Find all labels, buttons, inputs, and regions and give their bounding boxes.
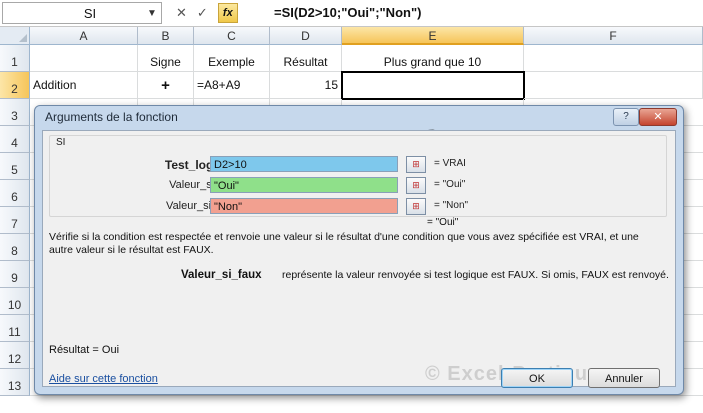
row-header-6[interactable]: 6 bbox=[0, 180, 30, 207]
cell-f1[interactable] bbox=[524, 45, 703, 72]
cell-b1[interactable]: Signe bbox=[138, 45, 194, 72]
argument-row-valeur-si-faux: Valeur_si_faux "Non" ⊞ = "Non" bbox=[50, 198, 666, 216]
column-header-d[interactable]: D bbox=[270, 27, 342, 45]
function-description: Vérifie si la condition est respectée et… bbox=[49, 231, 639, 256]
cell-c1[interactable]: Exemple bbox=[194, 45, 270, 72]
formula-buttons: ✕ ✓ fx bbox=[176, 3, 238, 23]
dialog-body: SI Test_logique D2>10 ⊞ = VRAI Valeur_si… bbox=[42, 130, 676, 388]
argument-result: = VRAI bbox=[434, 158, 466, 169]
help-link[interactable]: Aide sur cette fonction bbox=[49, 373, 158, 385]
row-header-9[interactable]: 9 bbox=[0, 261, 30, 288]
formula-result-preview: = "Oui" bbox=[427, 217, 459, 228]
cell-e2-active[interactable] bbox=[341, 71, 525, 100]
row-header-5[interactable]: 5 bbox=[0, 153, 30, 180]
cancel-button[interactable]: Annuler bbox=[588, 368, 660, 388]
chevron-down-icon[interactable]: ▼ bbox=[147, 8, 161, 19]
cancel-formula-icon[interactable]: ✕ bbox=[176, 5, 187, 21]
formula-input[interactable]: =SI(D2>10;"Oui";"Non") bbox=[274, 3, 421, 23]
dialog-title: Arguments de la fonction bbox=[45, 110, 178, 124]
name-box-value: SI bbox=[83, 5, 97, 21]
row-header-8[interactable]: 8 bbox=[0, 234, 30, 261]
argument-result: = "Oui" bbox=[434, 179, 466, 190]
valeur-si-faux-input[interactable]: "Non" bbox=[210, 198, 398, 214]
arguments-group: SI Test_logique D2>10 ⊞ = VRAI Valeur_si… bbox=[49, 135, 667, 217]
row-header-10[interactable]: 10 bbox=[0, 288, 30, 315]
enter-formula-icon[interactable]: ✓ bbox=[197, 5, 208, 21]
column-header-e[interactable]: E bbox=[342, 27, 524, 45]
insert-function-icon[interactable]: fx bbox=[217, 3, 238, 23]
row-header-2[interactable]: 2 bbox=[0, 72, 30, 99]
cell-d1[interactable]: Résultat bbox=[270, 45, 342, 72]
row-header-4[interactable]: 4 bbox=[0, 126, 30, 153]
selected-argument-name: Valeur_si_faux bbox=[181, 269, 262, 281]
function-arguments-dialog: Arguments de la fonction ? ✕ ➚ SI Test_l… bbox=[34, 105, 684, 395]
cell-b2[interactable]: + bbox=[138, 72, 194, 99]
column-header-a[interactable]: A bbox=[30, 27, 138, 45]
close-icon[interactable]: ✕ bbox=[639, 108, 677, 126]
cell-d2[interactable]: 15 bbox=[270, 72, 342, 99]
cell-e1[interactable]: Plus grand que 10 bbox=[342, 45, 524, 72]
argument-row-test-logique: Test_logique D2>10 ⊞ = VRAI bbox=[50, 156, 666, 174]
function-name-label: SI bbox=[56, 137, 66, 148]
row-header-13[interactable]: 13 bbox=[0, 369, 30, 396]
range-picker-icon[interactable]: ⊞ bbox=[406, 177, 426, 194]
row-header-3[interactable]: 3 bbox=[0, 99, 30, 126]
row-header-12[interactable]: 12 bbox=[0, 342, 30, 369]
column-header-b[interactable]: B bbox=[138, 27, 194, 45]
valeur-si-vrai-input[interactable]: "Oui" bbox=[210, 177, 398, 193]
row-header-7[interactable]: 7 bbox=[0, 207, 30, 234]
select-all-corner[interactable] bbox=[0, 27, 30, 45]
selected-argument-description: représente la valeur renvoyée si test lo… bbox=[282, 269, 669, 281]
argument-row-valeur-si-vrai: Valeur_si_vrai "Oui" ⊞ = "Oui" bbox=[50, 177, 666, 195]
test-logique-input[interactable]: D2>10 bbox=[210, 156, 398, 172]
cell-f2[interactable] bbox=[524, 72, 703, 99]
formula-bar: SI ▼ ✕ ✓ fx =SI(D2>10;"Oui";"Non") bbox=[0, 0, 703, 27]
column-header-c[interactable]: C bbox=[194, 27, 270, 45]
cell-c2[interactable]: =A8+A9 bbox=[194, 72, 270, 99]
row-header-1[interactable]: 1 bbox=[0, 45, 30, 72]
name-box[interactable]: SI ▼ bbox=[2, 2, 162, 24]
cell-a1[interactable] bbox=[30, 45, 138, 72]
help-icon[interactable]: ? bbox=[613, 108, 639, 126]
row-header-11[interactable]: 11 bbox=[0, 315, 30, 342]
cell-a2[interactable]: Addition bbox=[30, 72, 138, 99]
range-picker-icon[interactable]: ⊞ bbox=[406, 156, 426, 173]
ok-button[interactable]: OK bbox=[501, 368, 573, 388]
formula-result-line: Résultat = Oui bbox=[49, 344, 120, 356]
column-header-f[interactable]: F bbox=[524, 27, 703, 45]
range-picker-icon[interactable]: ⊞ bbox=[406, 198, 426, 215]
argument-result: = "Non" bbox=[434, 200, 469, 211]
